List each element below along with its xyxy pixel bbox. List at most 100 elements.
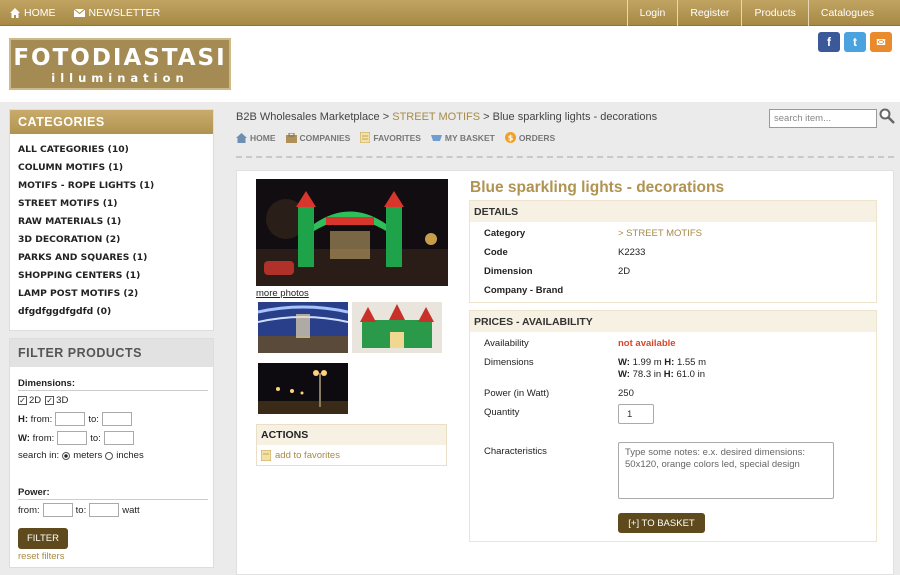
subnav-favorites-label: FAVORITES (373, 132, 421, 143)
divider (18, 390, 208, 391)
facebook-icon[interactable]: f (818, 32, 840, 52)
add-to-basket-button[interactable]: [+] TO BASKET (618, 513, 705, 533)
power-label: Power: (18, 487, 50, 498)
divider (236, 156, 894, 158)
companies-icon (285, 132, 297, 143)
power-value: 250 (618, 388, 634, 399)
breadcrumb-root[interactable]: B2B Wholesales Marketplace (236, 111, 380, 123)
category-item[interactable]: dfgdfggdfgdfd (0) (18, 305, 205, 323)
site-header: FOTODIASTASI illumination f t ✉ (0, 26, 900, 102)
arch-photo-image (256, 179, 448, 286)
dimensions-label: Dimensions: (18, 378, 76, 389)
logo[interactable]: FOTODIASTASI illumination (9, 38, 231, 90)
nav-catalogues[interactable]: Catalogues (807, 0, 900, 26)
search-input[interactable]: search item... (769, 109, 877, 128)
reset-filters-link[interactable]: reset filters (18, 551, 64, 562)
actions-title: ACTIONS (257, 425, 446, 445)
radio-inches[interactable] (105, 451, 114, 460)
dimensions-label: Dimensions (484, 357, 534, 368)
subnav-home-label: HOME (250, 132, 276, 143)
w-from-label: from: (32, 432, 55, 444)
main-product-photo[interactable] (256, 179, 448, 286)
h-from-label: from: (30, 413, 53, 425)
top-bar: HOME NEWSLETTER Login Register Products … (0, 0, 900, 26)
filter-title: FILTER PRODUCTS (10, 339, 213, 367)
favorites-icon (261, 450, 271, 461)
details-section: DETAILS Category > STREET MOTIFS Code K2… (469, 200, 877, 303)
subnav-companies[interactable]: COMPANIES (285, 132, 351, 143)
subnav-favorites[interactable]: FAVORITES (360, 132, 421, 143)
breadcrumb-category[interactable]: STREET MOTIFS (392, 111, 480, 123)
subnav-orders[interactable]: $ ORDERS (504, 132, 555, 143)
h-value: 61.0 in (676, 369, 705, 380)
top-home-label: HOME (24, 7, 56, 19)
category-item[interactable]: ALL CATEGORIES (10) (18, 143, 205, 161)
code-label: Code (484, 247, 508, 258)
more-photos-link[interactable]: more photos (256, 288, 309, 299)
h-from-input[interactable] (55, 412, 86, 426)
thumbnail-photo[interactable] (258, 302, 348, 353)
divider (18, 499, 208, 500)
thumbnail-photo[interactable] (352, 302, 442, 353)
w-label: W: (618, 369, 630, 380)
add-to-favorites-link[interactable]: add to favorites (257, 445, 446, 466)
h-label: H: (18, 413, 29, 425)
category-value-link[interactable]: > STREET MOTIFS (618, 228, 702, 239)
prices-title: PRICES - AVAILABILITY (470, 311, 876, 332)
top-home-link[interactable]: HOME (10, 7, 56, 19)
email-icon[interactable]: ✉ (870, 32, 892, 52)
details-title: DETAILS (470, 201, 876, 222)
top-newsletter-link[interactable]: NEWSLETTER (73, 7, 160, 19)
category-item[interactable]: 3D DECORATION (2) (18, 233, 205, 251)
brand-label: Company - Brand (484, 285, 564, 296)
categories-list: ALL CATEGORIES (10) COLUMN MOTIFS (1) MO… (10, 134, 213, 332)
h-to-input[interactable] (101, 412, 132, 426)
orders-icon: $ (504, 132, 516, 143)
category-item[interactable]: COLUMN MOTIFS (1) (18, 161, 205, 179)
dimensions-metric: W: 1.99 m H: 1.55 m (618, 357, 706, 368)
breadcrumb-sep: > (483, 111, 490, 123)
notes-textarea[interactable]: Type some notes: e.x. desired dimensions… (618, 442, 834, 499)
category-item[interactable]: PARKS AND SQUARES (1) (18, 251, 205, 269)
subnav-home[interactable]: HOME (236, 132, 276, 143)
availability-value: not available (618, 338, 676, 349)
power-from-input[interactable] (42, 503, 73, 517)
favorites-icon (360, 132, 371, 143)
dimension-value: 2D (618, 266, 631, 277)
filter-panel: FILTER PRODUCTS Dimensions: ✓ 2D ✓ 3D H: f… (9, 338, 214, 568)
categories-panel: CATEGORIES ALL CATEGORIES (10) COLUMN MO… (9, 109, 214, 331)
nav-products[interactable]: Products (741, 0, 807, 26)
subnav-companies-label: COMPANIES (299, 132, 351, 143)
category-item[interactable]: RAW MATERIALS (1) (18, 215, 205, 233)
power-from-label: from: (18, 504, 40, 516)
thumbnail-photo[interactable] (258, 363, 348, 414)
w-value: 1.99 m (632, 357, 662, 368)
power-to-input[interactable] (89, 503, 120, 517)
category-item[interactable]: SHOPPING CENTERS (1) (18, 269, 205, 287)
h-value: 1.55 m (676, 357, 707, 368)
checkbox-3d[interactable]: ✓ (45, 396, 55, 405)
category-label: Category (484, 228, 526, 239)
radio-meters[interactable] (62, 451, 71, 460)
product-panel: more photos ACTIONS add to favorites Blu… (236, 170, 894, 575)
power-label: Power (in Watt) (484, 388, 550, 399)
quantity-label: Quantity (484, 407, 520, 418)
twitter-icon[interactable]: t (844, 32, 866, 52)
w-to-input[interactable] (103, 431, 134, 445)
search-in-label: search in: (18, 450, 60, 461)
quantity-input[interactable]: 1 (618, 404, 654, 424)
blue-lights-thumbnail (258, 302, 348, 353)
filter-button[interactable]: FILTER (18, 528, 68, 549)
breadcrumb-sep: > (382, 111, 390, 123)
subnav-basket[interactable]: MY BASKET (430, 132, 495, 143)
category-item[interactable]: STREET MOTIFS (1) (18, 197, 205, 215)
w-from-input[interactable] (57, 431, 88, 445)
checkbox-2d[interactable]: ✓ (18, 396, 27, 405)
category-item[interactable]: MOTIFS - ROPE LIGHTS (1) (18, 179, 205, 197)
category-item[interactable]: LAMP POST MOTIFS (2) (18, 287, 205, 305)
search-icon[interactable] (879, 108, 895, 124)
nav-register[interactable]: Register (677, 0, 741, 26)
w-label: W: (18, 432, 30, 444)
logo-line1: FOTODIASTASI (13, 45, 227, 71)
nav-login[interactable]: Login (626, 0, 678, 26)
